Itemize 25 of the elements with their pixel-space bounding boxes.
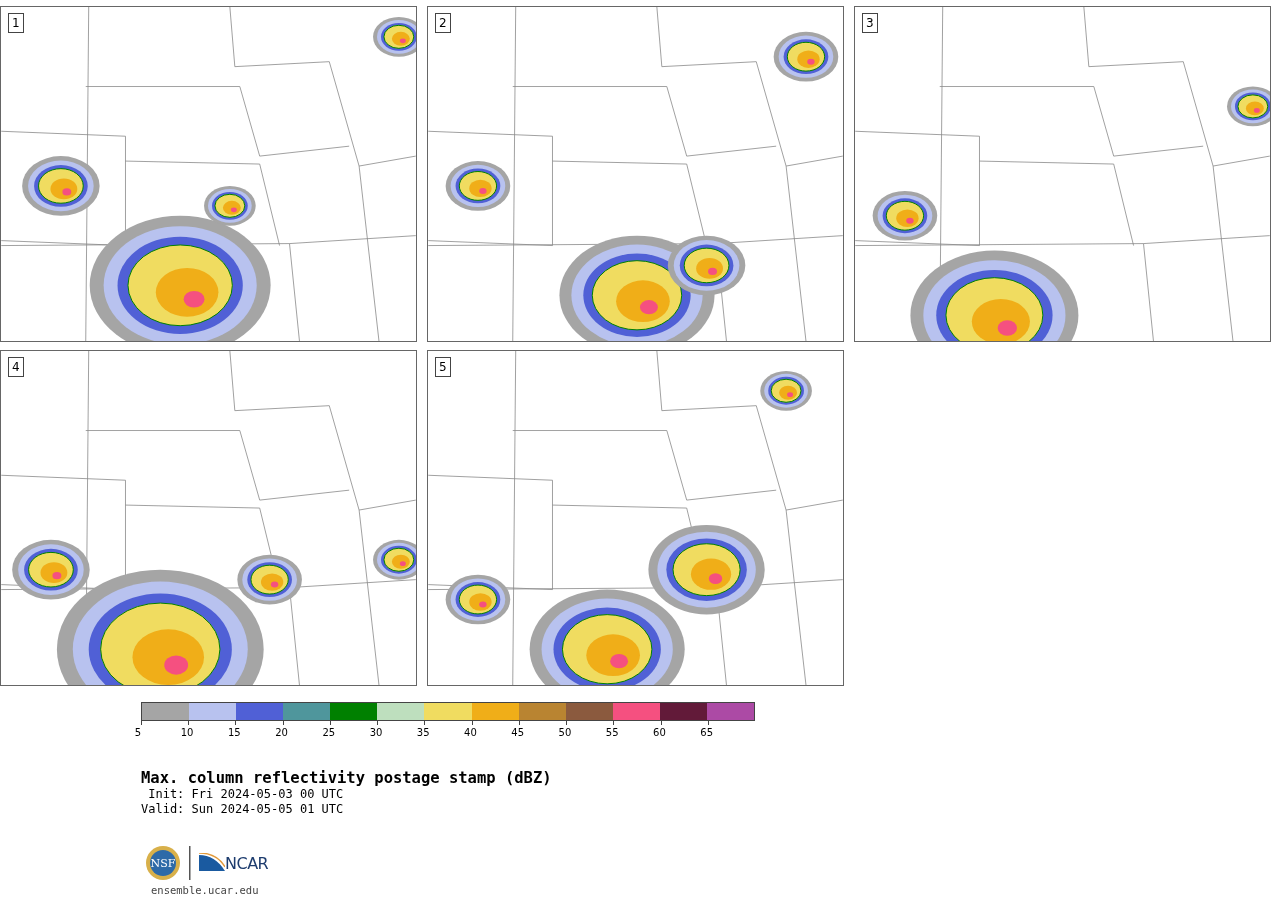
panel-number: 5 [435, 357, 451, 377]
tick-label: 30 [369, 727, 383, 738]
tick-label: 10 [180, 727, 194, 738]
tick-label: 60 [653, 727, 666, 738]
tick-label: 5 [134, 727, 142, 738]
tick-label: 50 [558, 727, 572, 738]
tick-label: 25 [322, 727, 336, 738]
tick-label: 45 [511, 727, 525, 738]
panel-number: 2 [435, 13, 451, 33]
chart-title: Max. column reflectivity postage stamp (dBZ) [141, 769, 553, 787]
tick-label: 15 [227, 727, 241, 738]
tick-label: 55 [605, 727, 619, 738]
site-url: ensemble.ucar.edu [151, 884, 260, 897]
tick-label: 65 [700, 727, 713, 738]
panel-number: 4 [8, 357, 24, 377]
panel-number: 3 [862, 13, 878, 33]
tick-label: 40 [464, 727, 477, 738]
init-time: Init: Fri 2024-05-03 00 UTC [147, 787, 345, 802]
panel-number: 1 [8, 13, 24, 33]
tick-label: 20 [275, 727, 288, 738]
divider-line [189, 846, 191, 880]
tick-label: 35 [416, 727, 430, 738]
ncar-logo: NCAR [199, 853, 269, 873]
valid-time: Valid: Sun 2024-05-05 01 UTC [141, 802, 345, 817]
seal-logo: NSF [145, 845, 181, 881]
